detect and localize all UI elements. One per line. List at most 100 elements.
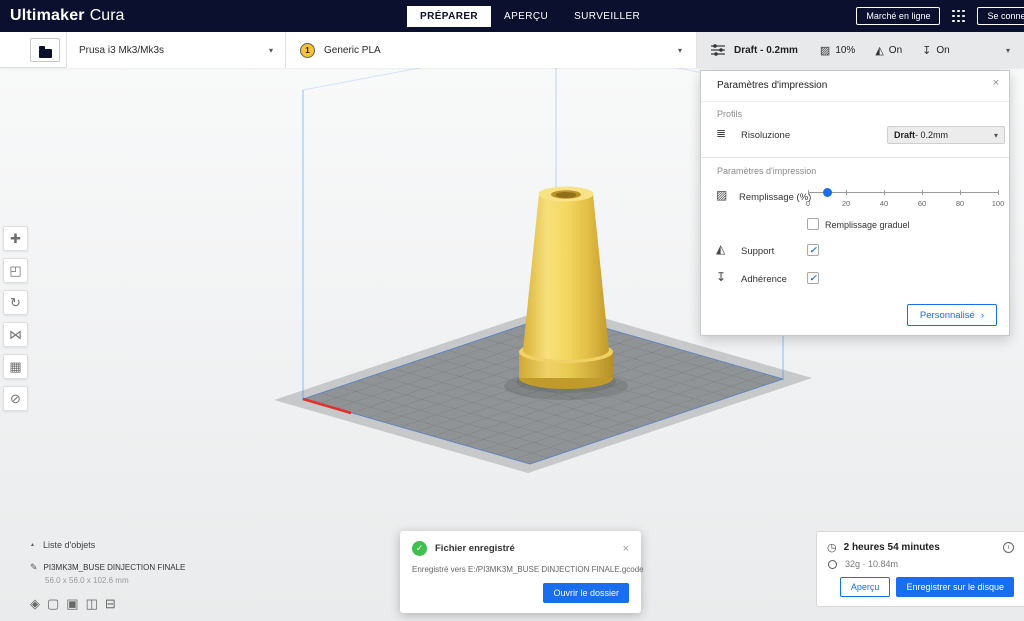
printer-name: Prusa i3 Mk3/Mk3s [79, 45, 164, 56]
resolution-label: Risoluzione [741, 130, 790, 141]
view-top-icon[interactable]: ▣ [66, 596, 78, 612]
support-checkbox[interactable]: ✓ [807, 244, 819, 256]
output-panel: ◷ 2 heures 54 minutes i 32g · 10.84m Ape… [816, 531, 1024, 607]
close-icon[interactable]: × [993, 77, 999, 89]
object-list-item[interactable]: ✎ PI3MK3M_BUSE DINJECTION FINALE [30, 562, 185, 573]
panel-title: Paramètres d'impression [717, 80, 827, 91]
print-time: 2 heures 54 minutes [844, 542, 940, 553]
object-dimensions: 56.0 x 56.0 x 102.6 mm [45, 576, 185, 585]
summary-infill: ▨ 10% [820, 44, 855, 57]
resolution-value-rest: - 0.2mm [915, 130, 948, 140]
support-icon: ◭ [716, 242, 725, 256]
adhesion-checkbox[interactable]: ✓ [807, 272, 819, 284]
layers-icon: ≣ [716, 126, 726, 140]
preview-button[interactable]: Aperçu [840, 577, 891, 597]
object-list: ▲ Liste d'objets ✎ PI3MK3M_BUSE DINJECTI… [30, 540, 185, 612]
summary-support: ◭ On [875, 44, 902, 57]
summary-adhesion: ↧ On [922, 44, 950, 57]
tick-label: 20 [842, 199, 850, 208]
printer-selector[interactable]: Prusa i3 Mk3/Mk3s ▾ [66, 32, 286, 68]
scale-tool[interactable]: ◰ [3, 258, 28, 283]
tab-prepare[interactable]: PRÉPARER [407, 6, 491, 27]
view-3d-icon[interactable]: ◈ [30, 596, 40, 612]
gradual-infill-label: Remplissage graduel [825, 220, 910, 230]
infill-slider-handle[interactable] [823, 188, 832, 197]
configuration-bar: Prusa i3 Mk3/Mk3s ▾ 1 Generic PLA ▾ Draf… [0, 32, 1024, 68]
chevron-down-icon: ▾ [1006, 46, 1010, 55]
folder-icon [39, 49, 52, 58]
top-bar: Ultimaker Cura PRÉPARER APERÇU SURVEILLER… [0, 0, 1024, 32]
slider-tick [846, 190, 847, 195]
view-left-icon[interactable]: ◫ [86, 596, 98, 612]
object-list-toggle[interactable]: ▲ Liste d'objets [30, 540, 185, 550]
infill-slider[interactable]: 0 20 40 60 80 100 [805, 183, 1001, 213]
model-nozzle-cone[interactable] [519, 187, 613, 390]
profiles-label: Profils [717, 109, 742, 119]
adhesion-label: Adhérence [741, 274, 787, 285]
adhesion-icon: ↧ [716, 270, 726, 284]
custom-settings-label: Personnalisé [920, 310, 975, 321]
chevron-right-icon: › [981, 310, 984, 321]
brand-light: Cura [90, 7, 125, 24]
move-tool[interactable]: ✚ [3, 226, 28, 251]
summary-profile: Draft - 0.2mm [734, 45, 798, 56]
mirror-tool[interactable]: ⋈ [3, 322, 28, 347]
toast-title: Fichier enregistré [435, 543, 515, 554]
object-name: PI3MK3M_BUSE DINJECTION FINALE [44, 563, 186, 572]
infill-icon: ▨ [820, 44, 830, 57]
summary-infill-value: 10% [835, 45, 855, 56]
per-model-settings-tool[interactable]: ▦ [3, 354, 28, 379]
section-label: Paramètres d'impression [717, 166, 816, 176]
view-front-icon[interactable]: ▢ [47, 596, 59, 612]
support-icon: ◭ [875, 44, 883, 57]
material-spool-icon [828, 560, 837, 569]
gradual-infill-checkbox[interactable]: ✓ [807, 218, 819, 230]
rotate-tool[interactable]: ↻ [3, 290, 28, 315]
resolution-dropdown[interactable]: Draft - 0.2mm ▾ [887, 126, 1005, 144]
tick-label: 100 [992, 199, 1005, 208]
support-blocker-tool[interactable]: ⊘ [3, 386, 28, 411]
tick-label: 40 [880, 199, 888, 208]
print-settings-panel: Paramètres d'impression × Profils ≣ Riso… [700, 70, 1010, 336]
slider-track[interactable] [808, 192, 998, 193]
open-file-button[interactable] [30, 38, 60, 62]
open-folder-button[interactable]: Ouvrir le dossier [543, 583, 629, 603]
chevron-down-icon: ▾ [269, 46, 273, 55]
tab-monitor[interactable]: SURVEILLER [561, 6, 653, 27]
print-settings-summary[interactable]: Draft - 0.2mm ▨ 10% ◭ On ↧ On ▾ [697, 32, 1024, 68]
divider [701, 157, 1009, 158]
close-icon[interactable]: × [623, 543, 629, 555]
object-list-header: Liste d'objets [43, 540, 95, 550]
tab-preview[interactable]: APERÇU [491, 6, 561, 27]
apps-grid-icon[interactable] [952, 10, 965, 23]
tick-label: 60 [918, 199, 926, 208]
slider-tick [998, 190, 999, 195]
tool-column: ✚ ◰ ↻ ⋈ ▦ ⊘ [3, 226, 28, 411]
view-presets: ◈ ▢ ▣ ◫ ⊟ [30, 596, 185, 612]
app-logo: Ultimaker Cura [10, 7, 124, 25]
sign-in-button[interactable]: Se connec [977, 7, 1024, 25]
toast-message: Enregistré vers E:/PI3MK3M_BUSE DINJECTI… [412, 565, 629, 574]
view-right-icon[interactable]: ⊟ [105, 596, 116, 612]
infill-label: Remplissage (%) [739, 192, 811, 203]
resolution-value-bold: Draft [894, 130, 915, 140]
success-check-icon: ✓ [412, 541, 427, 556]
save-to-disk-button[interactable]: Enregistrer sur le disque [896, 577, 1014, 597]
chevron-down-icon: ▾ [678, 46, 682, 55]
slider-tick [960, 190, 961, 195]
marketplace-button[interactable]: Marché en ligne [856, 7, 940, 25]
topbar-right: Marché en ligne Se connec [856, 7, 1024, 25]
pencil-icon: ✎ [30, 562, 38, 573]
custom-settings-button[interactable]: Personnalisé › [907, 304, 997, 326]
brand-bold: Ultimaker [10, 7, 85, 24]
file-saved-toast: ✓ Fichier enregistré × Enregistré vers E… [400, 531, 641, 613]
divider [701, 101, 1009, 102]
caret-up-icon: ▲ [30, 542, 35, 548]
adhesion-icon: ↧ [922, 44, 931, 57]
info-icon[interactable]: i [1003, 542, 1014, 553]
slider-tick [884, 190, 885, 195]
material-selector[interactable]: 1 Generic PLA ▾ [286, 32, 697, 68]
summary-adhesion-value: On [936, 45, 949, 56]
clock-icon: ◷ [827, 541, 837, 554]
summary-support-value: On [889, 45, 902, 56]
